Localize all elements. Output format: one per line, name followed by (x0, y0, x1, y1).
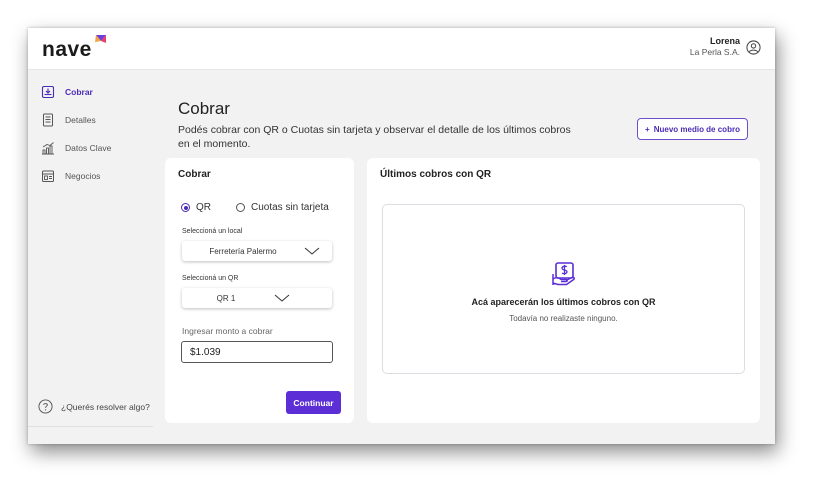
plus-icon: + (645, 124, 650, 134)
sidebar-item-datos-clave[interactable]: Datos Clave (41, 141, 111, 155)
chevron-down-icon (304, 247, 320, 255)
new-payment-method-button[interactable]: + Nuevo medio de cobro (637, 118, 748, 140)
sidebar-item-label: Datos Clave (65, 143, 112, 153)
logo[interactable]: nave (42, 35, 107, 62)
cobrar-card-title: Cobrar (178, 169, 211, 180)
qr-label: Seleccioná un QR (182, 275, 239, 282)
sidebar-item-label: Negocios (65, 171, 101, 181)
empty-state-title: Acá aparecerán los últimos cobros con QR (471, 297, 656, 307)
local-select[interactable]: Ferretería Palermo (182, 241, 332, 261)
logo-text: nave (42, 38, 92, 61)
ultimos-cobros-card: Últimos cobros con QR Acá aparecerán los… (367, 158, 760, 423)
radio-checked-icon[interactable] (181, 203, 190, 212)
user-circle-icon[interactable] (746, 39, 761, 55)
help-link[interactable]: ¿Querés resolver algo? (38, 399, 150, 414)
app-window: nave Lorena La Perla S.A. Cobrar Detalle… (28, 28, 775, 444)
cobrar-card: Cobrar QR Cuotas sin tarjeta Seleccioná … (165, 158, 354, 423)
radio-label-cuotas: Cuotas sin tarjeta (251, 202, 329, 213)
user-menu[interactable]: Lorena La Perla S.A. (690, 36, 761, 58)
document-icon (43, 113, 53, 127)
top-bar: nave Lorena La Perla S.A. (28, 28, 775, 70)
new-payment-method-label: Nuevo medio de cobro (653, 124, 740, 134)
page-description: Podés cobrar con QR o Cuotas sin tarjeta… (178, 124, 571, 150)
continue-button[interactable]: Continuar (286, 391, 341, 414)
sidebar-item-negocios[interactable]: Negocios (41, 169, 100, 183)
chevron-down-icon (274, 294, 290, 302)
amount-input[interactable]: $1.039 (181, 341, 333, 363)
amount-value: $1.039 (190, 346, 221, 358)
money-hand-icon (552, 262, 575, 286)
radio-option-qr[interactable]: QR (181, 202, 211, 213)
sidebar-item-label: Cobrar (65, 87, 93, 97)
ultimos-cobros-title: Últimos cobros con QR (380, 169, 492, 180)
sidebar-divider (28, 426, 153, 427)
page-title: Cobrar (178, 99, 230, 118)
empty-state-subtitle: Todavía no realizaste ninguno. (509, 314, 618, 323)
amount-label: Ingresar monto a cobrar (182, 326, 273, 336)
user-name: Lorena (709, 36, 740, 46)
store-icon (42, 170, 54, 182)
local-label: Seleccioná un local (182, 228, 243, 235)
help-icon (38, 399, 53, 414)
cobrar-icon (41, 85, 55, 99)
radio-unchecked-icon[interactable] (236, 203, 245, 212)
local-select-value: Ferretería Palermo (209, 246, 277, 256)
logo-mark-icon (94, 35, 106, 43)
radio-label-qr: QR (196, 202, 211, 213)
sidebar-item-label: Detalles (65, 115, 96, 125)
radio-option-cuotas[interactable]: Cuotas sin tarjeta (236, 202, 329, 213)
qr-select[interactable]: QR 1 (182, 288, 332, 308)
help-label: ¿Querés resolver algo? (61, 401, 150, 412)
chart-icon (42, 142, 54, 155)
sidebar-item-detalles[interactable]: Detalles (41, 113, 96, 127)
empty-state: Acá aparecerán los últimos cobros con QR… (382, 204, 745, 374)
sidebar-item-cobrar[interactable]: Cobrar (41, 85, 93, 99)
sidebar: Cobrar Detalles Datos Clave Negocios ¿Qu… (28, 70, 153, 444)
user-company: La Perla S.A. (689, 47, 740, 57)
qr-select-value: QR 1 (216, 293, 236, 303)
